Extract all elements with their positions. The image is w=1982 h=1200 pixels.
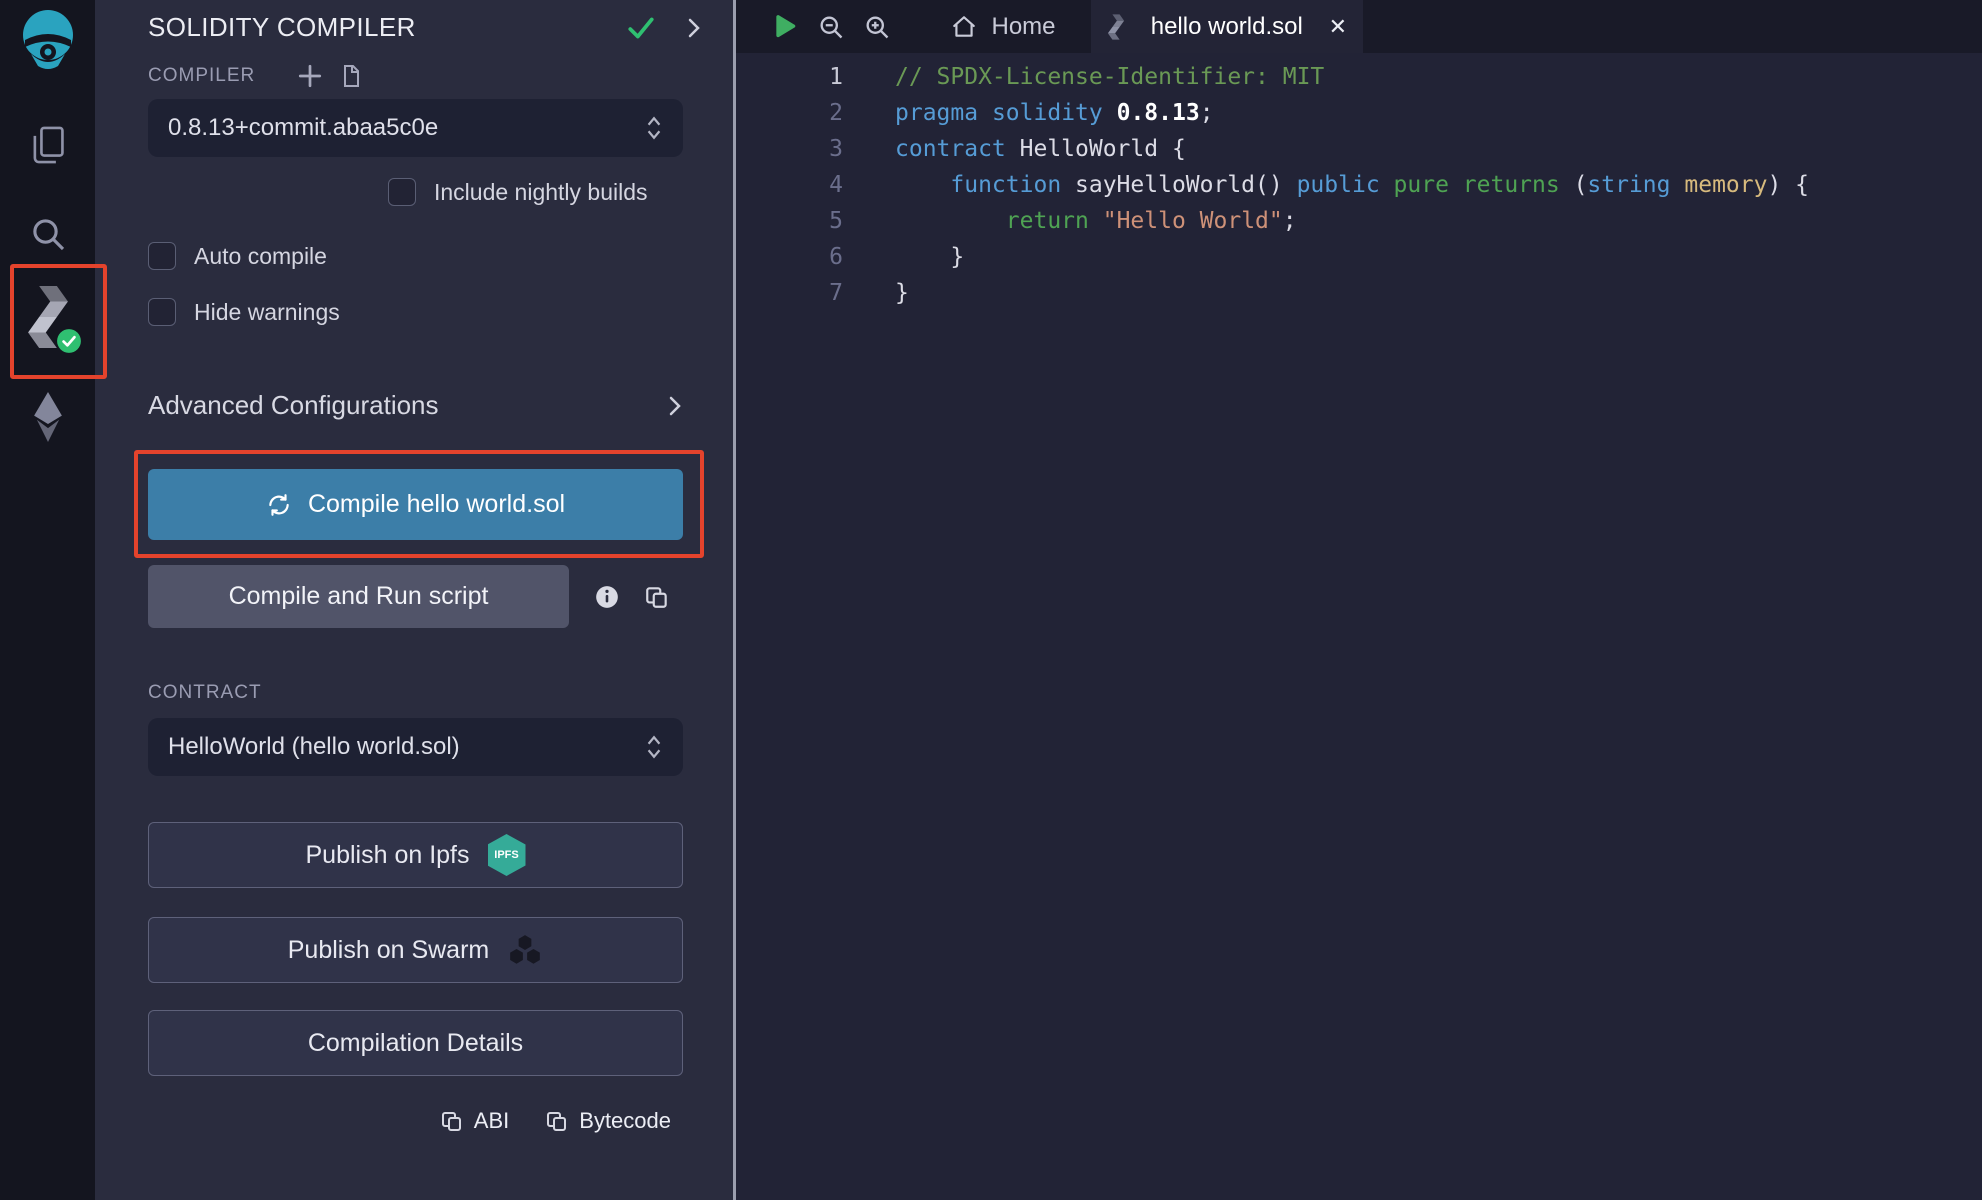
compiler-section-label: COMPILER [148, 65, 255, 87]
code-line[interactable]: 6 } [736, 239, 1982, 275]
advanced-configurations-toggle[interactable]: Advanced Configurations [148, 390, 683, 421]
abi-label: ABI [474, 1108, 509, 1134]
deploy-and-run-icon[interactable] [31, 392, 65, 442]
compile-and-run-button[interactable]: Compile and Run script [148, 565, 569, 628]
zoom-in-button[interactable] [854, 0, 900, 53]
refresh-icon [266, 492, 292, 518]
code-text: pragma solidity 0.8.13; [843, 95, 1214, 131]
solidity-compiler-panel: SOLIDITY COMPILER COMPILER [95, 0, 733, 1200]
compiler-version-select[interactable]: 0.8.13+commit.abaa5c0e [148, 99, 683, 157]
line-number: 7 [736, 275, 843, 311]
contract-select[interactable]: HelloWorld (hello world.sol) [148, 718, 683, 776]
compiler-version-value: 0.8.13+commit.abaa5c0e [168, 114, 438, 142]
advanced-configurations-label: Advanced Configurations [148, 390, 439, 421]
file-explorer-icon[interactable] [27, 124, 69, 166]
line-number: 1 [736, 59, 843, 95]
line-number: 4 [736, 167, 843, 203]
code-text: contract HelloWorld { [843, 131, 1186, 167]
editor-toolbar [736, 0, 900, 53]
ipfs-icon: IPFS [488, 834, 526, 876]
remix-logo[interactable] [15, 8, 81, 70]
close-tab-icon[interactable]: ✕ [1329, 16, 1347, 38]
line-number: 6 [736, 239, 843, 275]
publish-ipfs-label: Publish on Ipfs [306, 841, 470, 870]
compile-and-run-row: Compile and Run script [148, 565, 683, 628]
run-script-play-button[interactable] [762, 0, 808, 53]
activity-bar [0, 0, 95, 1200]
editor-tabbar: Home hello world.sol ✕ [736, 0, 1982, 53]
compile-button[interactable]: Compile hello world.sol [148, 469, 683, 540]
compile-button-label: Compile hello world.sol [308, 490, 565, 519]
auto-compile-checkbox[interactable] [148, 242, 176, 270]
code-text: } [843, 239, 964, 275]
info-icon[interactable] [594, 584, 620, 610]
remix-logo-icon [15, 8, 81, 70]
hide-warnings-label: Hide warnings [194, 299, 340, 326]
bytecode-label: Bytecode [579, 1108, 671, 1134]
code-line[interactable]: 3contract HelloWorld { [736, 131, 1982, 167]
hide-warnings-checkbox-row[interactable]: Hide warnings [148, 298, 340, 326]
code-text: // SPDX-License-Identifier: MIT [843, 59, 1324, 95]
tab-home[interactable]: Home [916, 0, 1091, 53]
code-line[interactable]: 5 return "Hello World"; [736, 203, 1982, 239]
line-number: 2 [736, 95, 843, 131]
add-compiler-icon[interactable] [297, 63, 323, 89]
include-nightly-checkbox[interactable] [388, 178, 416, 206]
code-text: function sayHelloWorld() public pure ret… [843, 167, 1809, 203]
select-stepper-icon [645, 115, 663, 141]
code-text: return "Hello World"; [843, 203, 1297, 239]
code-line[interactable]: 2pragma solidity 0.8.13; [736, 95, 1982, 131]
line-number: 3 [736, 131, 843, 167]
copy-abi-button[interactable]: ABI [440, 1108, 509, 1134]
auto-compile-label: Auto compile [194, 243, 327, 270]
publish-on-ipfs-button[interactable]: Publish on Ipfs IPFS [148, 822, 683, 888]
swarm-icon [507, 934, 543, 966]
open-config-file-icon[interactable] [339, 63, 363, 89]
compilation-details-button[interactable]: Compilation Details [148, 1010, 683, 1076]
tab-file-label: hello world.sol [1139, 13, 1315, 41]
code-line[interactable]: 1// SPDX-License-Identifier: MIT [736, 59, 1982, 95]
publish-swarm-label: Publish on Swarm [288, 936, 489, 965]
code-editor[interactable]: 1// SPDX-License-Identifier: MIT2pragma … [736, 53, 1982, 1200]
compile-success-check-icon [626, 13, 656, 43]
solidity-compiler-icon[interactable] [24, 286, 72, 348]
contract-select-value: HelloWorld (hello world.sol) [168, 733, 460, 761]
code-line[interactable]: 7} [736, 275, 1982, 311]
tab-home-label: Home [991, 13, 1055, 41]
select-stepper-icon [645, 734, 663, 760]
code-text: } [843, 275, 909, 311]
home-icon [951, 14, 977, 40]
auto-compile-checkbox-row[interactable]: Auto compile [148, 242, 327, 270]
panel-title: SOLIDITY COMPILER [148, 12, 416, 43]
solidity-file-icon [1107, 14, 1125, 40]
include-nightly-checkbox-row[interactable]: Include nightly builds [388, 178, 648, 206]
chevron-right-icon [667, 394, 683, 418]
code-area: 1// SPDX-License-Identifier: MIT2pragma … [736, 59, 1982, 311]
copy-icon[interactable] [644, 584, 670, 610]
include-nightly-label: Include nightly builds [434, 179, 648, 206]
panel-header: SOLIDITY COMPILER [148, 12, 702, 43]
contract-section-label: CONTRACT [148, 682, 262, 704]
copy-bytecode-button[interactable]: Bytecode [545, 1108, 671, 1134]
copy-icon [440, 1109, 464, 1133]
copy-icon [545, 1109, 569, 1133]
zoom-out-button[interactable] [808, 0, 854, 53]
compiler-section-header: COMPILER [148, 63, 363, 89]
hide-warnings-checkbox[interactable] [148, 298, 176, 326]
code-line[interactable]: 4 function sayHelloWorld() public pure r… [736, 167, 1982, 203]
remix-ide: SOLIDITY COMPILER COMPILER [0, 0, 1982, 1200]
line-number: 5 [736, 203, 843, 239]
compile-success-badge-icon [56, 328, 82, 354]
publish-on-swarm-button[interactable]: Publish on Swarm [148, 917, 683, 983]
abi-bytecode-row: ABI Bytecode [440, 1108, 671, 1134]
hide-panel-chevron-icon[interactable] [686, 16, 702, 40]
editor-pane: Home hello world.sol ✕ 1// SPDX-License-… [736, 0, 1982, 1200]
tab-hello-world-sol[interactable]: hello world.sol ✕ [1091, 0, 1363, 53]
search-icon[interactable] [28, 214, 68, 254]
